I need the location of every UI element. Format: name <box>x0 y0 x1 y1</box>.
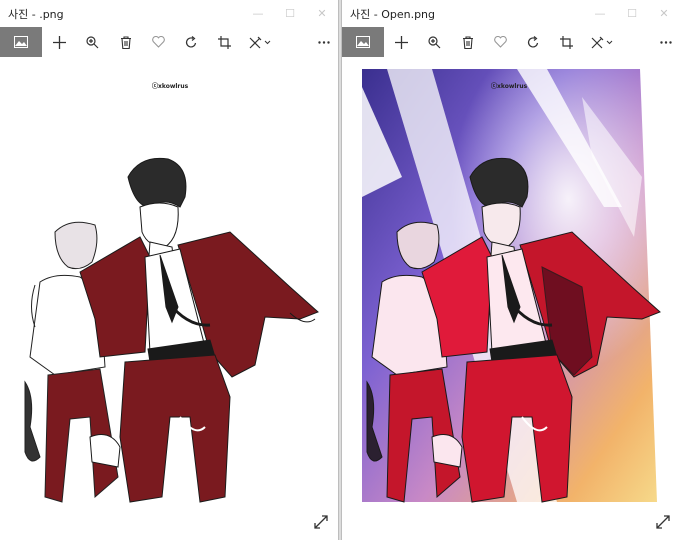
photo-canvas: ⓒxkowlrus <box>342 57 680 540</box>
delete-icon <box>120 35 131 49</box>
fullscreen-button[interactable] <box>313 514 329 530</box>
maximize-button[interactable]: ☐ <box>274 0 306 27</box>
maximize-button[interactable]: ☐ <box>616 0 648 27</box>
heart-icon <box>152 36 165 48</box>
maximize-icon: ☐ <box>627 7 637 20</box>
window-title: 사진 - Open.png <box>350 7 436 21</box>
zoom-in-icon <box>86 35 99 48</box>
maximize-icon: ☐ <box>285 7 295 20</box>
image-icon <box>356 36 370 48</box>
edit-create-button[interactable] <box>583 27 621 57</box>
more-button[interactable] <box>652 27 680 57</box>
edit-icon <box>249 36 271 48</box>
rotate-icon <box>527 35 539 48</box>
image-icon <box>14 36 28 48</box>
favorite-button[interactable] <box>484 27 517 57</box>
minimize-icon: — <box>594 7 606 20</box>
toolbar <box>342 27 680 57</box>
crop-button[interactable] <box>208 27 241 57</box>
watermark: ⓒxkowlrus <box>152 83 189 90</box>
edit-icon <box>591 36 613 48</box>
expand-icon <box>314 515 328 529</box>
window-title: 사진 - .png <box>8 7 64 21</box>
minimize-button[interactable]: — <box>242 0 274 27</box>
artwork-lineart <box>24 157 319 503</box>
photo-canvas: ⓒxkowlrus <box>0 57 338 540</box>
fullscreen-button[interactable] <box>655 514 671 530</box>
toolbar <box>0 27 338 57</box>
artwork-colored <box>362 69 661 503</box>
close-button[interactable]: ✕ <box>306 0 338 27</box>
photos-window-left: 사진 - .png — ☐ ✕ ⓒxkowlrus <box>0 0 339 540</box>
close-icon: ✕ <box>659 7 669 20</box>
watermark: ⓒxkowlrus <box>491 83 528 90</box>
rotate-icon <box>185 35 197 48</box>
zoom-button[interactable] <box>418 27 451 57</box>
more-icon <box>318 40 330 44</box>
add-icon <box>394 35 408 49</box>
photos-window-right: 사진 - Open.png — ☐ ✕ ⓒxkowlrus <box>341 0 680 540</box>
more-button[interactable] <box>310 27 338 57</box>
title-bar[interactable]: 사진 - .png — ☐ ✕ <box>0 0 338 27</box>
crop-button[interactable] <box>550 27 583 57</box>
crop-icon <box>218 35 231 49</box>
zoom-in-icon <box>428 35 441 48</box>
add-button[interactable] <box>384 27 418 57</box>
rotate-button[interactable] <box>175 27 208 57</box>
minimize-icon: — <box>252 7 264 20</box>
more-icon <box>660 40 672 44</box>
add-button[interactable] <box>42 27 76 57</box>
view-all-photos-button[interactable] <box>0 27 42 57</box>
crop-icon <box>560 35 573 49</box>
figure-front <box>79 157 319 503</box>
minimize-button[interactable]: — <box>584 0 616 27</box>
favorite-button[interactable] <box>142 27 175 57</box>
view-all-photos-button[interactable] <box>342 27 384 57</box>
delete-button[interactable] <box>451 27 484 57</box>
zoom-button[interactable] <box>76 27 109 57</box>
expand-icon <box>656 515 670 529</box>
rotate-button[interactable] <box>517 27 550 57</box>
delete-icon <box>462 35 473 49</box>
add-icon <box>52 35 66 49</box>
close-button[interactable]: ✕ <box>648 0 680 27</box>
title-bar[interactable]: 사진 - Open.png — ☐ ✕ <box>342 0 680 27</box>
close-icon: ✕ <box>317 7 327 20</box>
edit-create-button[interactable] <box>241 27 279 57</box>
heart-icon <box>494 36 507 48</box>
delete-button[interactable] <box>109 27 142 57</box>
